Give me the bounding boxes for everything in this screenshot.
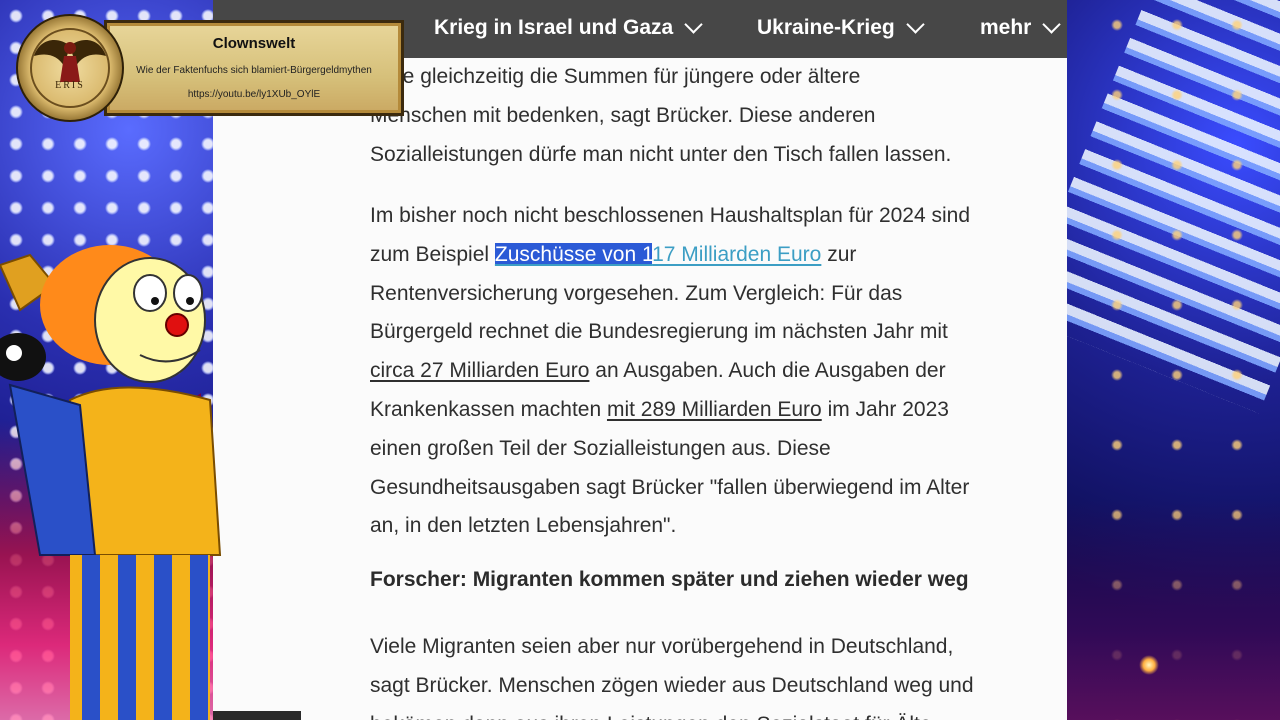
text-line: Bürgergeld rechnet die Bundesregierung i… bbox=[370, 320, 948, 344]
text-line: üsse gleichzeitig die Summen für jüngere… bbox=[370, 65, 861, 88]
video-url[interactable]: https://youtu.be/ly1XUb_OYlE bbox=[107, 89, 401, 100]
text-line: einen großen Teil der Sozialleistungen a… bbox=[370, 436, 831, 460]
chevron-down-icon bbox=[1042, 15, 1062, 34]
eris-logo: ERIS bbox=[16, 14, 124, 122]
video-subtitle: Wie der Faktenfuchs sich blamiert-Bürger… bbox=[136, 65, 372, 76]
text-line: Im bisher noch nicht beschlossenen Haush… bbox=[370, 204, 971, 227]
nav-item-israel-gaza[interactable]: Krieg in Israel und Gaza bbox=[434, 15, 703, 40]
paragraph-1: üsse gleichzeitig die Summen für jüngere… bbox=[370, 58, 1050, 174]
banner-plate: Clownswelt Wie der Faktenfuchs sich blam… bbox=[104, 20, 404, 116]
nav-item-label: mehr bbox=[980, 16, 1032, 39]
logo-text: ERIS bbox=[55, 80, 85, 91]
link-zuschuesse[interactable]: Zuschüsse von 117 Milliarden Euro bbox=[494, 242, 822, 266]
text-line: Menschen mit bedenken, sagt Brücker. Die… bbox=[370, 103, 876, 127]
channel-title: Clownswelt bbox=[212, 35, 296, 52]
text-line-with-link: zum Beispiel Zuschüsse von 117 Milliarde… bbox=[370, 236, 1050, 275]
link-289-milliarden[interactable]: mit 289 Milliarden Euro bbox=[607, 398, 822, 421]
clown-character-image bbox=[0, 245, 222, 720]
link-circa-27-milliarden[interactable]: circa 27 Milliarden Euro bbox=[370, 359, 589, 382]
stage-background-right bbox=[1067, 0, 1280, 720]
text-fragment: im Jahr 2023 bbox=[821, 397, 949, 421]
status-caption bbox=[213, 711, 301, 720]
section-heading: Forscher: Migranten kommen später und zi… bbox=[370, 568, 969, 591]
text-line: sagt Brücker. Menschen zögen wieder aus … bbox=[370, 673, 974, 697]
channel-banner: Clownswelt Wie der Faktenfuchs sich blam… bbox=[16, 14, 404, 122]
paragraph-2: Im bisher noch nicht beschlossenen Haush… bbox=[370, 197, 1050, 546]
winged-figure-icon bbox=[34, 40, 106, 82]
chevron-down-icon bbox=[906, 15, 925, 34]
text-fragment: zum Beispiel bbox=[370, 242, 495, 266]
lens-flare bbox=[1139, 655, 1159, 675]
text-line: Sozialleistungen dürfe man nicht unter d… bbox=[370, 142, 952, 166]
nav-item-more[interactable]: mehr bbox=[980, 15, 1062, 40]
text-line: Viele Migranten seien aber nur vorüberge… bbox=[370, 635, 954, 658]
text-line-with-link: Krankenkassen machten mit 289 Milliarden… bbox=[370, 391, 1050, 430]
text-line: Rentenversicherung vorgesehen. Zum Vergl… bbox=[370, 281, 903, 305]
text-fragment: Krankenkassen machten bbox=[370, 397, 607, 421]
text-line: bekämen dann aus ihren Leistungen den So… bbox=[370, 706, 1050, 720]
paragraph-3: Viele Migranten seien aber nur vorüberge… bbox=[370, 628, 1050, 720]
text-fragment: an Ausgaben. Auch die Ausgaben der bbox=[589, 359, 946, 383]
text-fragment: zur bbox=[821, 242, 857, 266]
chevron-down-icon bbox=[684, 15, 703, 34]
nav-item-label: Ukraine-Krieg bbox=[757, 16, 895, 39]
text-line-with-link: circa 27 Milliarden Euro an Ausgaben. Au… bbox=[370, 352, 1050, 391]
nav-item-ukraine[interactable]: Ukraine-Krieg bbox=[757, 15, 925, 40]
nav-item-label: Krieg in Israel und Gaza bbox=[434, 16, 674, 39]
link-text: 17 Milliarden Euro bbox=[652, 242, 822, 266]
text-line: an, in den letzten Lebensjahren". bbox=[370, 514, 677, 538]
stage-glow-right bbox=[1067, 500, 1280, 720]
selected-text: Zuschüsse von 1 bbox=[494, 242, 653, 266]
text-line: Gesundheitsausgaben sagt Brücker "fallen… bbox=[370, 475, 970, 499]
